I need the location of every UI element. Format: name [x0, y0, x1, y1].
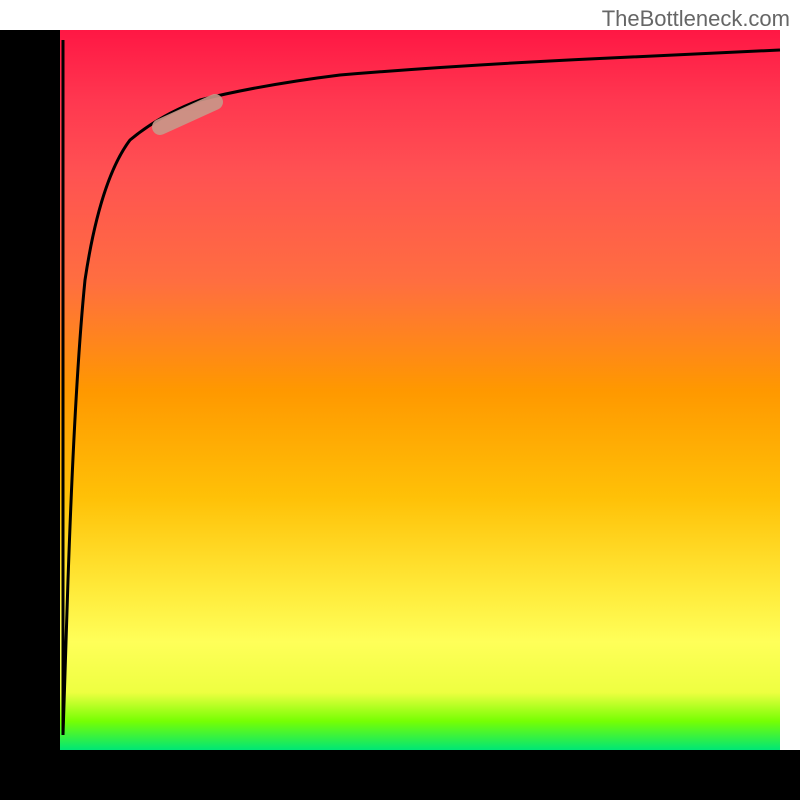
curve-svg: [60, 30, 780, 750]
curve-main: [63, 50, 780, 735]
x-axis: [0, 750, 800, 800]
y-axis: [0, 30, 60, 750]
chart-container: TheBottleneck.com: [0, 0, 800, 800]
watermark-text: TheBottleneck.com: [602, 6, 790, 32]
highlight-segment: [160, 102, 215, 127]
plot-area: [60, 30, 780, 750]
